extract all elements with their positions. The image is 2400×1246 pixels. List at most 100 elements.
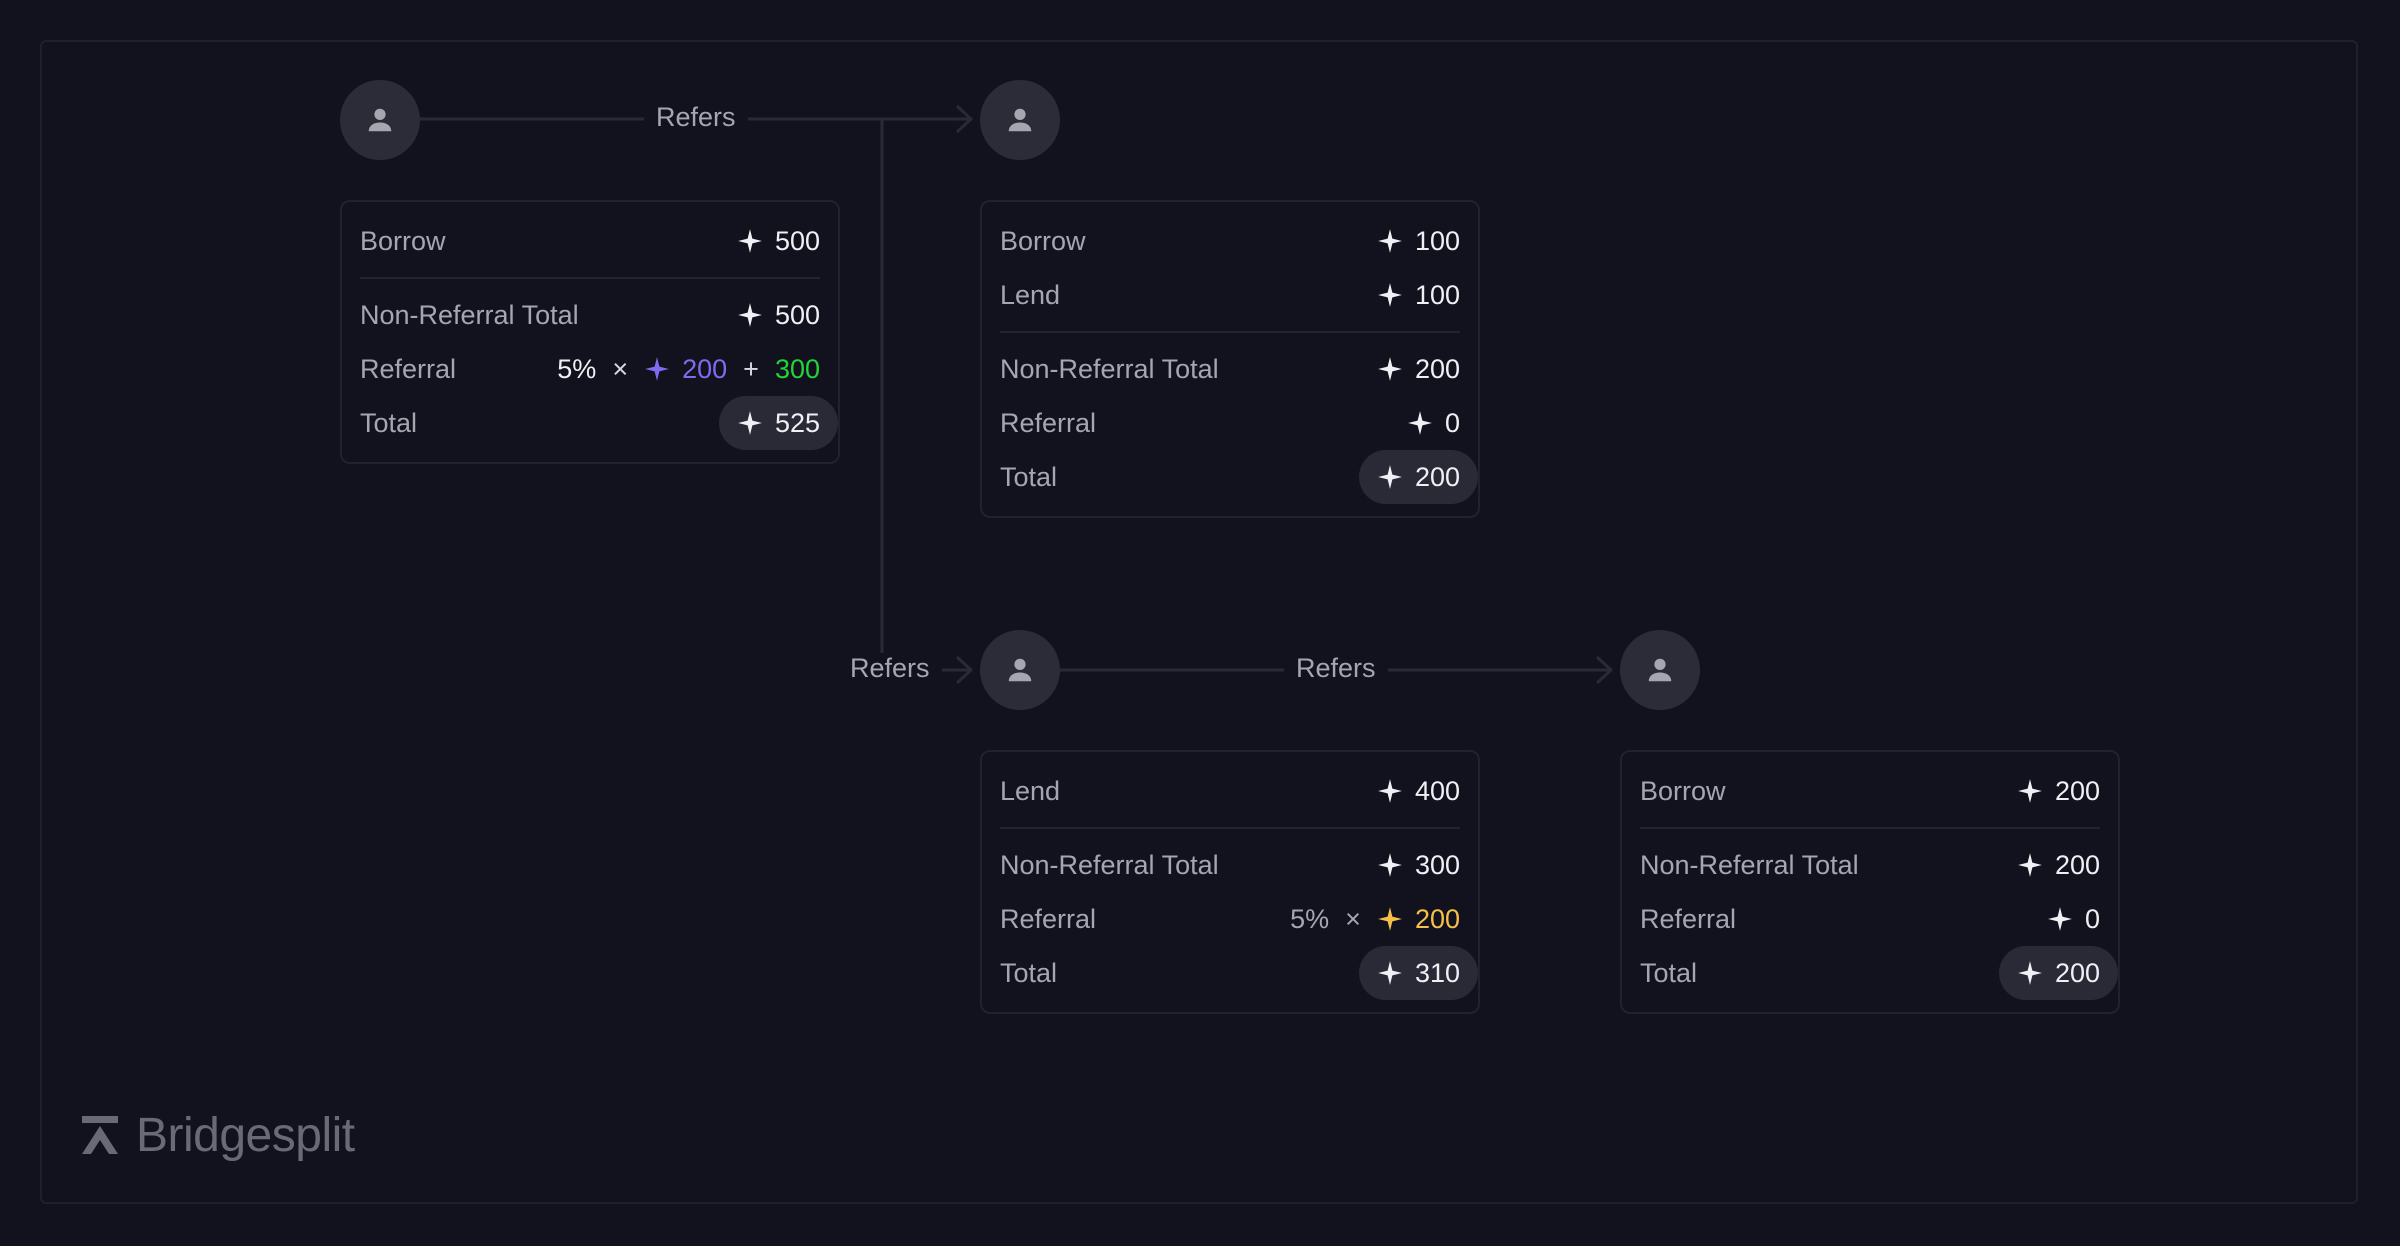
plus-sign: + <box>743 353 759 384</box>
row-label: Non-Referral Total <box>360 299 579 330</box>
row-value: 500 <box>774 299 820 330</box>
row-non-referral-total: Non-Referral Total 500 <box>360 288 820 342</box>
row-borrow: Borrow 100 <box>1000 214 1460 268</box>
user-icon <box>1008 658 1032 682</box>
referral-percent: 5% <box>557 353 597 384</box>
row-non-referral-total: Non-Referral Total 200 <box>1640 838 2100 892</box>
points-card-a: Borrow 500 Non-Referral Total 500 Referr… <box>340 200 840 464</box>
row-label: Referral <box>360 353 457 384</box>
row-label: Lend <box>1000 279 1061 310</box>
sparkle-icon <box>1378 907 1402 931</box>
row-label: Total <box>1640 957 1698 988</box>
user-avatar-d <box>1620 630 1700 710</box>
row-label: Lend <box>1000 775 1061 806</box>
times-sign: × <box>1345 903 1361 934</box>
total-pill: 200 <box>1358 450 1478 504</box>
row-value: 100 <box>1414 279 1460 310</box>
row-referral: Referral 5% × 200 + 300 <box>360 342 820 396</box>
row-label: Total <box>1000 461 1058 492</box>
user-avatar-a <box>340 80 420 160</box>
row-total: Total 200 <box>1000 450 1478 504</box>
total-value: 310 <box>1414 957 1460 988</box>
row-non-referral-total: Non-Referral Total 200 <box>1000 342 1460 396</box>
sparkle-icon <box>1378 853 1402 877</box>
row-borrow: Borrow 200 <box>1640 764 2100 818</box>
refers-label-mid-right: Refers <box>1284 653 1388 684</box>
divider <box>360 277 820 279</box>
row-label: Borrow <box>1000 225 1086 256</box>
sparkle-icon <box>1378 465 1402 489</box>
row-label: Borrow <box>1640 775 1726 806</box>
referral-term-purple: 200 <box>682 353 728 384</box>
sparkle-icon <box>1378 283 1402 307</box>
points-card-c: Lend 400 Non-Referral Total 300 Referral… <box>980 750 1480 1014</box>
row-label: Borrow <box>360 225 446 256</box>
bridgesplit-logo: Bridgesplit <box>78 1108 355 1163</box>
bridgesplit-logo-icon <box>82 1115 118 1154</box>
total-pill: 525 <box>718 396 838 450</box>
row-value: 0 <box>2084 903 2100 934</box>
sparkle-icon <box>2048 907 2072 931</box>
refers-label-mid-left: Refers <box>838 653 942 684</box>
user-avatar-b <box>980 80 1060 160</box>
divider <box>1000 827 1460 829</box>
sparkle-icon <box>738 229 762 253</box>
row-value: 0 <box>1444 407 1460 438</box>
row-label: Total <box>1000 957 1058 988</box>
sparkle-icon <box>1408 411 1432 435</box>
sparkle-icon <box>2018 779 2042 803</box>
points-card-d: Borrow 200 Non-Referral Total 200 Referr… <box>1620 750 2120 1014</box>
referral-term-green: 300 <box>774 353 820 384</box>
row-label: Referral <box>1640 903 1737 934</box>
row-label: Non-Referral Total <box>1640 849 1859 880</box>
row-lend: Lend 400 <box>1000 764 1460 818</box>
row-label: Non-Referral Total <box>1000 849 1219 880</box>
brand-name: Bridgesplit <box>136 1109 355 1162</box>
row-total: Total 200 <box>1640 946 2118 1000</box>
total-pill: 200 <box>1998 946 2118 1000</box>
user-icon <box>1648 658 1672 682</box>
divider <box>1640 827 2100 829</box>
user-icon <box>368 108 392 132</box>
row-label: Referral <box>1000 407 1097 438</box>
row-referral: Referral 5% × 200 <box>1000 892 1460 946</box>
sparkle-icon <box>1378 229 1402 253</box>
row-referral: Referral 0 <box>1000 396 1460 450</box>
row-total: Total 525 <box>360 396 838 450</box>
row-value: 200 <box>1414 353 1460 384</box>
connector-lines <box>420 104 1614 685</box>
sparkle-icon <box>1378 779 1402 803</box>
row-value: 200 <box>2054 775 2100 806</box>
row-borrow: Borrow 500 <box>360 214 820 268</box>
points-card-b: Borrow 100 Lend 100 Non-Referral Total 2… <box>980 200 1480 518</box>
referral-percent: 5% <box>1290 903 1330 934</box>
sparkle-icon <box>1378 961 1402 985</box>
sparkle-icon <box>645 357 670 381</box>
row-value: 200 <box>2054 849 2100 880</box>
sparkle-icon <box>1378 357 1402 381</box>
refers-label-top: Refers <box>644 102 748 133</box>
total-value: 200 <box>2054 957 2100 988</box>
total-value: 525 <box>774 407 820 438</box>
sparkle-icon <box>738 411 762 435</box>
row-value: 100 <box>1414 225 1460 256</box>
user-icon <box>1008 108 1032 132</box>
sparkle-icon <box>738 303 762 327</box>
row-label: Total <box>360 407 418 438</box>
row-label: Non-Referral Total <box>1000 353 1219 384</box>
row-value: 500 <box>774 225 820 256</box>
row-label: Referral <box>1000 903 1097 934</box>
row-total: Total 310 <box>1000 946 1478 1000</box>
row-value: 300 <box>1414 849 1460 880</box>
row-non-referral-total: Non-Referral Total 300 <box>1000 838 1460 892</box>
sparkle-icon <box>2018 961 2042 985</box>
row-lend: Lend 100 <box>1000 268 1460 322</box>
user-avatar-c <box>980 630 1060 710</box>
sparkle-icon <box>2018 853 2042 877</box>
times-sign: × <box>612 353 629 384</box>
row-value: 400 <box>1414 775 1460 806</box>
total-pill: 310 <box>1358 946 1478 1000</box>
referral-term-yellow: 200 <box>1414 903 1460 934</box>
divider <box>1000 331 1460 333</box>
row-referral: Referral 0 <box>1640 892 2100 946</box>
